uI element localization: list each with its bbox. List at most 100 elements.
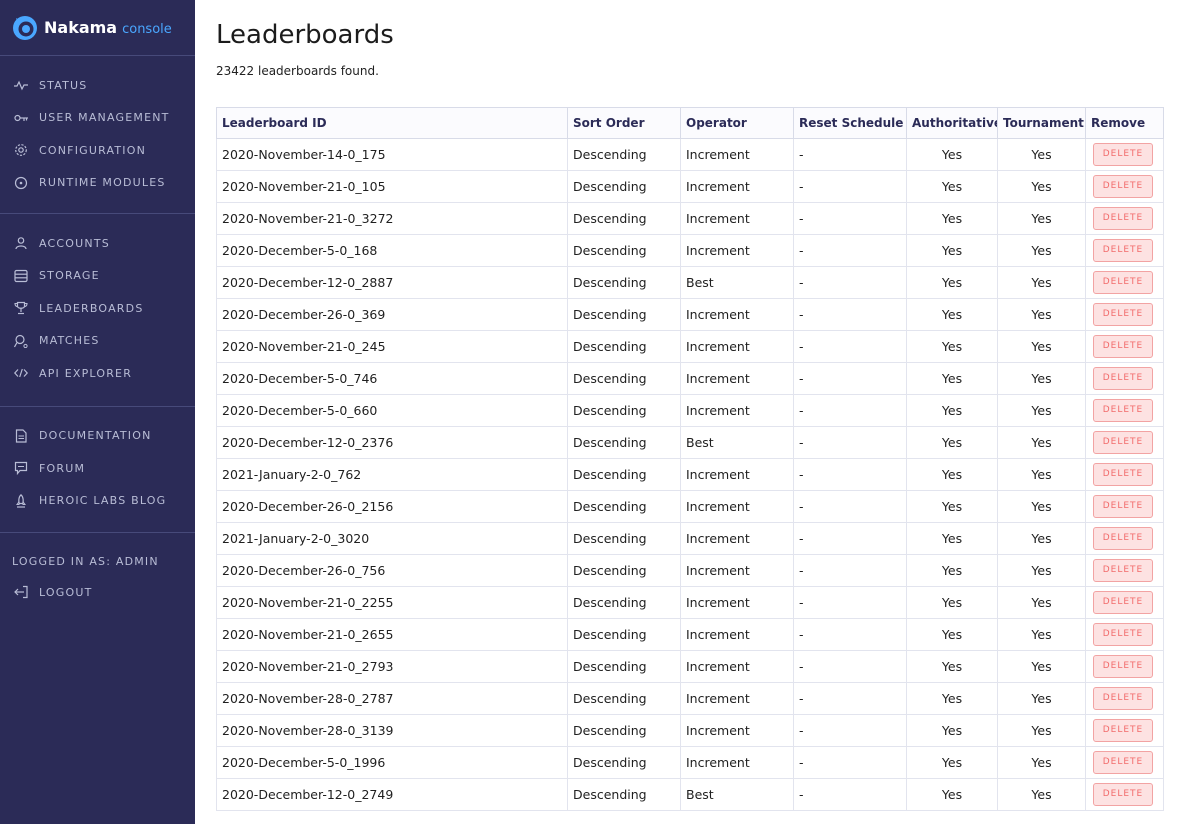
table-row[interactable]: 2020-December-26-0_756 Descending Incremen…: [216, 554, 1164, 587]
delete-button[interactable]: DELETE: [1093, 303, 1153, 326]
column-header-authoritative[interactable]: Authoritative: [906, 107, 998, 139]
delete-button[interactable]: DELETE: [1093, 495, 1153, 518]
nav-item-heroic-labs-blog[interactable]: HEROIC LABS BLOG: [0, 485, 195, 518]
cell-leaderboard-id[interactable]: 2020-November-28-0_3139: [216, 714, 568, 747]
nav-item-configuration[interactable]: CONFIGURATION: [0, 134, 195, 167]
delete-button[interactable]: DELETE: [1093, 559, 1153, 582]
cell-sort-order: Descending: [567, 650, 681, 683]
cell-leaderboard-id[interactable]: 2020-December-5-0_660: [216, 394, 568, 427]
cell-remove: DELETE: [1085, 202, 1164, 235]
delete-button[interactable]: DELETE: [1093, 207, 1153, 230]
delete-button[interactable]: DELETE: [1093, 783, 1153, 806]
cell-leaderboard-id[interactable]: 2021-January-2-0_762: [216, 458, 568, 491]
table-row[interactable]: 2020-December-12-0_2376 Descending Best - Ye…: [216, 426, 1164, 459]
cell-leaderboard-id[interactable]: 2020-December-5-0_746: [216, 362, 568, 395]
cell-reset-schedule: -: [793, 554, 907, 587]
logout-button[interactable]: LOGOUT: [0, 576, 195, 609]
table-row[interactable]: 2020-November-21-0_3272 Descending Increme…: [216, 202, 1164, 235]
table-row[interactable]: 2020-December-26-0_2156 Descending Increme…: [216, 490, 1164, 523]
table-row[interactable]: 2020-November-21-0_105 Descending Incremen…: [216, 170, 1164, 203]
nav-item-documentation[interactable]: DOCUMENTATION: [0, 420, 195, 453]
table-row[interactable]: 2020-December-5-0_1996 Descending Incremen…: [216, 746, 1164, 779]
cell-authoritative: Yes: [906, 234, 998, 267]
cell-leaderboard-id[interactable]: 2020-December-12-0_2376: [216, 426, 568, 459]
nav-item-accounts[interactable]: ACCOUNTS: [0, 227, 195, 260]
cell-leaderboard-id[interactable]: 2020-November-21-0_105: [216, 170, 568, 203]
cell-leaderboard-id[interactable]: 2020-December-5-0_168: [216, 234, 568, 267]
delete-button[interactable]: DELETE: [1093, 623, 1153, 646]
table-row[interactable]: 2020-November-28-0_2787 Descending Increme…: [216, 682, 1164, 715]
result-count: 23422 leaderboards found.: [216, 64, 379, 78]
delete-button[interactable]: DELETE: [1093, 655, 1153, 678]
nav-item-user-management[interactable]: USER MANAGEMENT: [0, 102, 195, 135]
cell-tournament: Yes: [997, 298, 1086, 331]
cell-sort-order: Descending: [567, 522, 681, 555]
cell-leaderboard-id[interactable]: 2020-December-5-0_1996: [216, 746, 568, 779]
cell-leaderboard-id[interactable]: 2021-January-2-0_3020: [216, 522, 568, 555]
cell-leaderboard-id[interactable]: 2020-December-26-0_369: [216, 298, 568, 331]
delete-button[interactable]: DELETE: [1093, 719, 1153, 742]
delete-button[interactable]: DELETE: [1093, 367, 1153, 390]
column-header-reset-schedule[interactable]: Reset Schedule: [793, 107, 907, 139]
cell-tournament: Yes: [997, 458, 1086, 491]
cell-leaderboard-id[interactable]: 2020-November-21-0_245: [216, 330, 568, 363]
delete-button[interactable]: DELETE: [1093, 399, 1153, 422]
delete-button[interactable]: DELETE: [1093, 687, 1153, 710]
table-row[interactable]: 2020-November-21-0_2255 Descending Increme…: [216, 586, 1164, 619]
nav-item-api-explorer[interactable]: API EXPLORER: [0, 357, 195, 390]
table-row[interactable]: 2021-January-2-0_762 Descending Increment -…: [216, 458, 1164, 491]
table-row[interactable]: 2020-December-5-0_168 Descending Increment…: [216, 234, 1164, 267]
cell-remove: DELETE: [1085, 458, 1164, 491]
table-row[interactable]: 2020-December-12-0_2887 Descending Best - Ye…: [216, 266, 1164, 299]
cell-leaderboard-id[interactable]: 2020-November-21-0_2255: [216, 586, 568, 619]
delete-button[interactable]: DELETE: [1093, 463, 1153, 486]
delete-button[interactable]: DELETE: [1093, 431, 1153, 454]
nav-item-matches[interactable]: MATCHES: [0, 325, 195, 358]
delete-button[interactable]: DELETE: [1093, 239, 1153, 262]
gear-icon: [14, 143, 28, 157]
delete-button[interactable]: DELETE: [1093, 591, 1153, 614]
delete-button[interactable]: DELETE: [1093, 271, 1153, 294]
cell-tournament: Yes: [997, 138, 1086, 171]
cell-reset-schedule: -: [793, 746, 907, 779]
table-row[interactable]: 2020-December-12-0_2749 Descending Best - Ye…: [216, 778, 1164, 811]
cell-leaderboard-id[interactable]: 2020-December-12-0_2887: [216, 266, 568, 299]
nav-label: STATUS: [39, 78, 88, 92]
table-row[interactable]: 2020-December-5-0_660 Descending Increment…: [216, 394, 1164, 427]
cell-leaderboard-id[interactable]: 2020-November-21-0_2793: [216, 650, 568, 683]
cell-leaderboard-id[interactable]: 2020-November-14-0_175: [216, 138, 568, 171]
table-row[interactable]: 2020-November-21-0_2793 Descending Increme…: [216, 650, 1164, 683]
cell-leaderboard-id[interactable]: 2020-December-26-0_2156: [216, 490, 568, 523]
cell-leaderboard-id[interactable]: 2020-December-26-0_756: [216, 554, 568, 587]
table-row[interactable]: 2020-November-21-0_245 Descending Incremen…: [216, 330, 1164, 363]
cell-reset-schedule: -: [793, 650, 907, 683]
column-header-leaderboard-id[interactable]: Leaderboard ID: [216, 107, 568, 139]
delete-button[interactable]: DELETE: [1093, 751, 1153, 774]
table-row[interactable]: 2021-January-2-0_3020 Descending Increment…: [216, 522, 1164, 555]
table-row[interactable]: 2020-November-21-0_2655 Descending Increme…: [216, 618, 1164, 651]
delete-button[interactable]: DELETE: [1093, 335, 1153, 358]
cell-tournament: Yes: [997, 426, 1086, 459]
delete-button[interactable]: DELETE: [1093, 143, 1153, 166]
table-row[interactable]: 2020-December-5-0_746 Descending Increment…: [216, 362, 1164, 395]
cell-leaderboard-id[interactable]: 2020-November-21-0_2655: [216, 618, 568, 651]
cell-leaderboard-id[interactable]: 2020-December-12-0_2749: [216, 778, 568, 811]
table-row[interactable]: 2020-December-26-0_369 Descending Incremen…: [216, 298, 1164, 331]
cell-reset-schedule: -: [793, 266, 907, 299]
delete-button[interactable]: DELETE: [1093, 175, 1153, 198]
nav-item-leaderboards[interactable]: LEADERBOARDS: [0, 292, 195, 325]
nav-item-forum[interactable]: FORUM: [0, 452, 195, 485]
nav-item-status[interactable]: STATUS: [0, 69, 195, 102]
column-header-tournament[interactable]: Tournament: [997, 107, 1086, 139]
cell-leaderboard-id[interactable]: 2020-November-21-0_3272: [216, 202, 568, 235]
cell-leaderboard-id[interactable]: 2020-November-28-0_2787: [216, 682, 568, 715]
cell-operator: Increment: [680, 170, 794, 203]
column-header-sort-order[interactable]: Sort Order: [567, 107, 681, 139]
brand[interactable]: Nakama console: [0, 0, 195, 56]
table-row[interactable]: 2020-November-28-0_3139 Descending Increme…: [216, 714, 1164, 747]
nav-item-storage[interactable]: STORAGE: [0, 260, 195, 293]
column-header-operator[interactable]: Operator: [680, 107, 794, 139]
nav-item-runtime-modules[interactable]: RUNTIME MODULES: [0, 167, 195, 200]
delete-button[interactable]: DELETE: [1093, 527, 1153, 550]
table-row[interactable]: 2020-November-14-0_175 Descending Incremen…: [216, 138, 1164, 171]
